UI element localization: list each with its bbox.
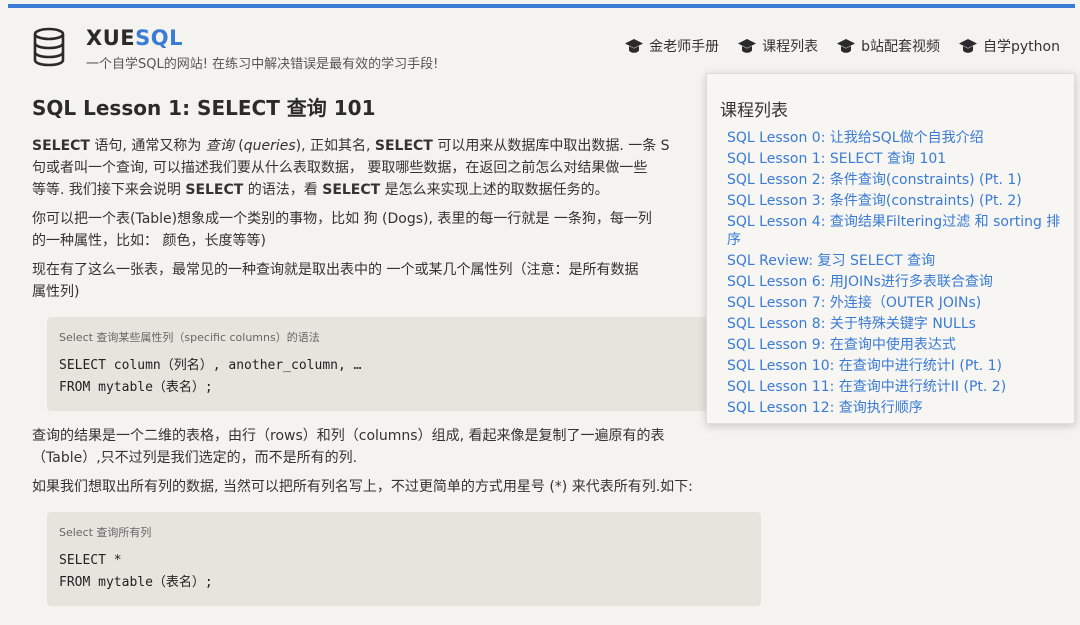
course-link-11[interactable]: SQL Lesson 11: 在查询中进行统计II (Pt. 2) [720,378,1062,399]
code-caption: Select 查询所有列 [59,526,152,539]
nav-label: 课程列表 [762,39,819,55]
nav-label: b站配套视频 [861,39,941,55]
code-block-all-columns[interactable]: Select 查询所有列 SELECT * FROM mytable（表名）; [47,512,761,606]
keyword-text: SELECT [185,182,244,198]
nav-item-learn-python[interactable]: 自学python [958,36,1060,56]
top-nav: 金老师手册 课程列表 b站配套视频 自学python [606,36,1060,56]
nav-label: 自学python [983,39,1060,55]
text-segment: 句或者叫一个查询, 可以描述我们要从什么表取数据， 要取哪些数据，在返回之前怎么… [32,160,648,176]
lesson-content: SQL Lesson 1: SELECT 查询 101 SELECT 语句, 通… [32,92,762,620]
code-line: SELECT * [59,553,122,568]
lesson-paragraph-intro: SELECT 语句, 通常又称为 查询 (queries), 正如其名, SEL… [32,135,762,201]
code-block-specific-columns[interactable]: Select 查询某些属性列（specific columns）的语法 SELE… [47,317,761,411]
course-link-4[interactable]: SQL Lesson 4: 查询结果Filtering过滤 和 sorting … [720,213,1062,252]
database-logo-icon[interactable] [30,27,68,67]
graduation-cap-icon [738,39,757,53]
course-list-dropdown: 课程列表 SQL Lesson 0: 让我给SQL做个自我介绍 SQL Lesso… [706,73,1075,424]
course-link-0[interactable]: SQL Lesson 0: 让我给SQL做个自我介绍 [720,129,1062,150]
text-line: （Table）,只不过列是我们选定的，而不是所有的列. [32,450,358,466]
text-segment: 可以用来从数据库中取出数据. 一条 S [432,138,670,154]
keyword-text: SELECT [322,182,381,198]
dropdown-items: SQL Lesson 0: 让我给SQL做个自我介绍 SQL Lesson 1: … [720,129,1062,420]
code-line: FROM mytable（表名）; [59,380,213,395]
text-line: 现在有了这么一张表，最常见的一种查询就是取出表中的 一个或某几个属性列（注意：是… [32,262,639,278]
text-segment: ( [233,138,244,154]
nav-item-bilibili-videos[interactable]: b站配套视频 [836,36,940,56]
text-segment: 的语法，看 [243,182,323,198]
course-link-1[interactable]: SQL Lesson 1: SELECT 查询 101 [720,150,1062,171]
course-link-9[interactable]: SQL Lesson 9: 在查询中使用表达式 [720,336,1062,357]
code-caption: Select 查询某些属性列（specific columns）的语法 [59,331,320,344]
lesson-paragraph-star: 如果我们想取出所有列的数据, 当然可以把所有列名写上，不过更简单的方式用星号 (… [32,479,693,495]
keyword-text: SELECT [32,138,90,154]
course-link-10[interactable]: SQL Lesson 10: 在查询中进行统计I (Pt. 1) [720,357,1062,378]
site-brand[interactable]: XUESQL [86,26,183,50]
course-link-8[interactable]: SQL Lesson 8: 关于特殊关键字 NULLs [720,315,1062,336]
course-link-3[interactable]: SQL Lesson 3: 条件查询(constraints) (Pt. 2) [720,192,1062,213]
text-line: 属性列) [32,284,80,300]
site-tagline: 一个自学SQL的网站! 在练习中解决错误是最有效的学习手段! [86,57,439,72]
graduation-cap-icon [959,39,978,53]
course-link-5[interactable]: SQL Review: 复习 SELECT 查询 [720,252,1062,273]
nav-item-course-list[interactable]: 课程列表 [737,36,818,56]
course-link-7[interactable]: SQL Lesson 7: 外连接（OUTER JOINs) [720,294,1062,315]
code-line: SELECT column（列名）, another_column, … [59,358,362,373]
text-line: 你可以把一个表(Table)想象成一个类别的事物，比如 狗 (Dogs), 表里… [32,211,652,227]
dropdown-title: 课程列表 [720,101,788,121]
emphasis-text: queries [243,138,296,154]
lesson-paragraph-columns: 现在有了这么一张表，最常见的一种查询就是取出表中的 一个或某几个属性列（注意：是… [32,259,762,303]
text-segment: ), 正如其名, [295,138,375,154]
keyword-text: SELECT [374,138,433,154]
brand-xue: XUE [86,26,136,50]
lesson-paragraph-table: 你可以把一个表(Table)想象成一个类别的事物，比如 狗 (Dogs), 表里… [32,208,762,252]
text-line: 的一种属性，比如： 颜色，长度等等) [32,233,266,249]
text-segment: 是怎么来实现上述的取数据任务的。 [380,182,609,198]
brand-sql: SQL [135,26,183,50]
lesson-paragraph-result: 查询的结果是一个二维的表格，由行（rows）和列（columns）组成, 看起来… [32,425,762,469]
course-link-2[interactable]: SQL Lesson 2: 条件查询(constraints) (Pt. 1) [720,171,1062,192]
text-segment: 等等. 我们接下来会说明 [32,182,186,198]
emphasis-text: 查询 [205,138,234,154]
graduation-cap-icon [837,39,856,53]
text-line: 查询的结果是一个二维的表格，由行（rows）和列（columns）组成, 看起来… [32,428,665,444]
course-link-12[interactable]: SQL Lesson 12: 查询执行顺序 [720,399,1062,420]
code-line: FROM mytable（表名）; [59,575,213,590]
course-link-6[interactable]: SQL Lesson 6: 用JOINs进行多表联合查询 [720,273,1062,294]
nav-label: 金老师手册 [649,39,720,55]
graduation-cap-icon [625,39,644,53]
page-title: SQL Lesson 1: SELECT 查询 101 [32,96,376,120]
nav-item-teacher-manual[interactable]: 金老师手册 [624,36,719,56]
text-segment: 语句, 通常又称为 [89,138,206,154]
